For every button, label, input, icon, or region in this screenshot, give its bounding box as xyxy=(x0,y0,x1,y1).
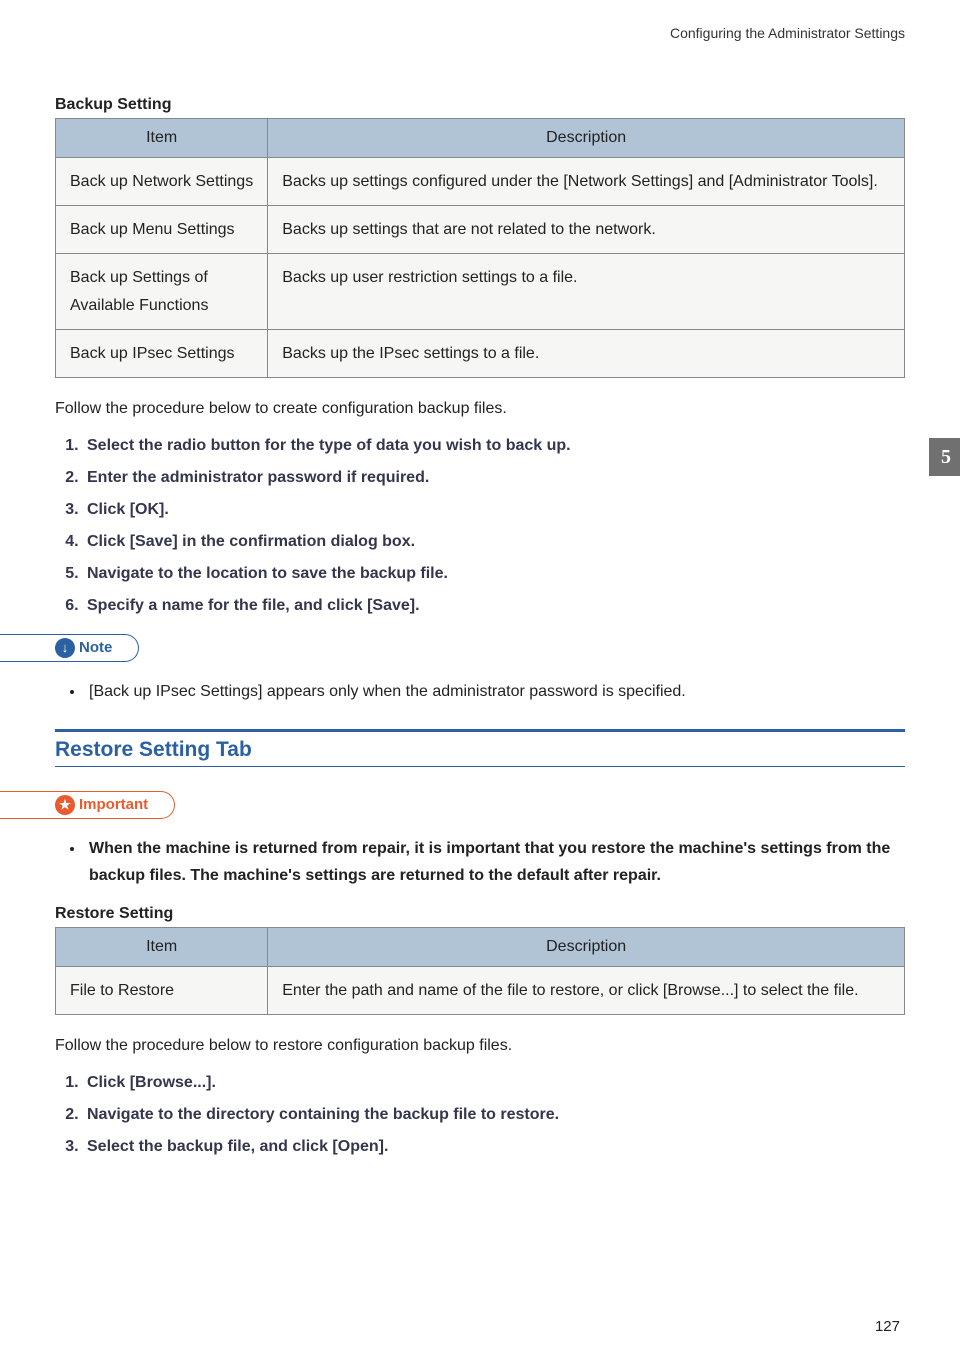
note-item: [Back up IPsec Settings] appears only wh… xyxy=(85,678,905,705)
step: Click [OK]. xyxy=(83,498,905,522)
backup-intro-paragraph: Follow the procedure below to create con… xyxy=(55,396,905,422)
restore-steps-list: Click [Browse...]. Navigate to the direc… xyxy=(61,1071,905,1159)
page-number: 127 xyxy=(875,1318,900,1335)
note-list: [Back up IPsec Settings] appears only wh… xyxy=(63,678,905,705)
table-header-item: Item xyxy=(56,119,268,158)
cell-description: Backs up settings that are not related t… xyxy=(268,206,905,254)
cell-description: Backs up settings configured under the [… xyxy=(268,158,905,206)
table-header-item: Item xyxy=(56,928,268,967)
cell-description: Backs up user restriction settings to a … xyxy=(268,254,905,329)
step: Enter the administrator password if requ… xyxy=(83,466,905,490)
step: Select the backup file, and click [Open]… xyxy=(83,1135,905,1159)
note-callout: ↓ Note xyxy=(0,634,139,662)
arrow-down-icon: ↓ xyxy=(55,638,75,658)
restore-setting-title: Restore Setting xyxy=(55,905,905,923)
note-label: Note xyxy=(79,639,112,656)
backup-setting-table: Item Description Back up Network Setting… xyxy=(55,118,905,378)
cell-item: Back up Settings of Available Functions xyxy=(56,254,268,329)
restore-heading: Restore Setting Tab xyxy=(55,738,905,762)
important-list: When the machine is returned from repair… xyxy=(63,835,905,889)
section-rule-top xyxy=(55,729,905,732)
step: Navigate to the directory containing the… xyxy=(83,1103,905,1127)
backup-steps-list: Select the radio button for the type of … xyxy=(61,434,905,618)
important-callout: ★ Important xyxy=(0,791,175,819)
cell-description: Enter the path and name of the file to r… xyxy=(268,967,905,1015)
table-header-description: Description xyxy=(268,119,905,158)
backup-setting-title: Backup Setting xyxy=(55,96,905,114)
table-row: Back up Network Settings Backs up settin… xyxy=(56,158,905,206)
table-row: File to Restore Enter the path and name … xyxy=(56,967,905,1015)
step: Click [Browse...]. xyxy=(83,1071,905,1095)
cell-description: Backs up the IPsec settings to a file. xyxy=(268,329,905,377)
section-rule-bottom xyxy=(55,766,905,767)
step: Specify a name for the file, and click [… xyxy=(83,594,905,618)
table-row: Back up Menu Settings Backs up settings … xyxy=(56,206,905,254)
restore-setting-table: Item Description File to Restore Enter t… xyxy=(55,927,905,1015)
table-header-description: Description xyxy=(268,928,905,967)
cell-item: Back up IPsec Settings xyxy=(56,329,268,377)
step: Navigate to the location to save the bac… xyxy=(83,562,905,586)
cell-item: Back up Network Settings xyxy=(56,158,268,206)
step: Select the radio button for the type of … xyxy=(83,434,905,458)
cell-item: Back up Menu Settings xyxy=(56,206,268,254)
important-label: Important xyxy=(79,796,148,813)
cell-item: File to Restore xyxy=(56,967,268,1015)
table-row: Back up Settings of Available Functions … xyxy=(56,254,905,329)
chapter-tab: 5 xyxy=(929,438,960,476)
running-header: Configuring the Administrator Settings xyxy=(55,25,905,41)
step: Click [Save] in the confirmation dialog … xyxy=(83,530,905,554)
important-item: When the machine is returned from repair… xyxy=(85,835,905,889)
star-icon: ★ xyxy=(55,795,75,815)
restore-intro-paragraph: Follow the procedure below to restore co… xyxy=(55,1033,905,1059)
table-row: Back up IPsec Settings Backs up the IPse… xyxy=(56,329,905,377)
